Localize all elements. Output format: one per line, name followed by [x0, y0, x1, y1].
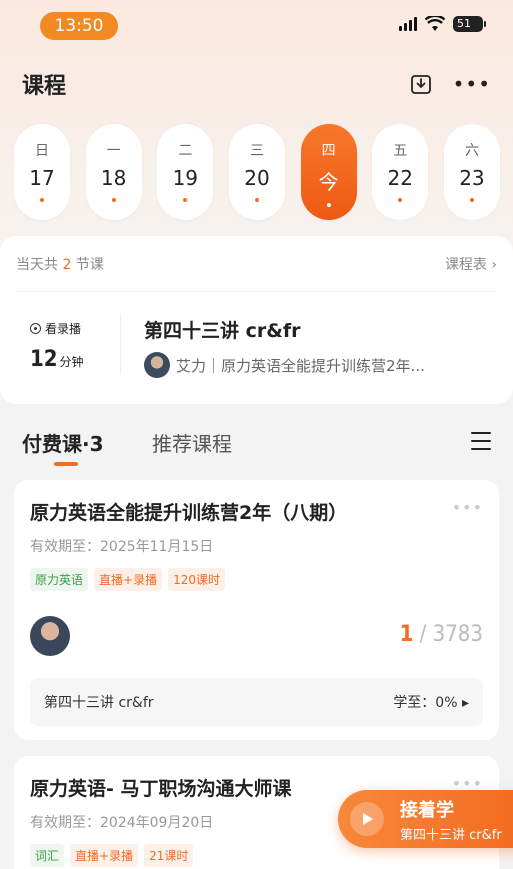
- more-icon[interactable]: •••: [452, 498, 483, 517]
- has-class-dot: [111, 198, 116, 202]
- has-class-dot: [326, 203, 331, 207]
- continue-label: 接着学: [400, 800, 454, 821]
- tag: 21课时: [144, 844, 194, 867]
- tag: 直播+录播: [70, 844, 139, 867]
- day-weekday: 四: [321, 143, 336, 159]
- day-date: 22: [387, 166, 413, 190]
- day-weekday: 二: [178, 143, 193, 159]
- tag: 直播+录播: [94, 568, 163, 591]
- play-icon: [350, 802, 384, 836]
- course-expiry: 有效期至：2024年09月20日: [30, 815, 214, 831]
- header: 课程 •••: [22, 66, 491, 106]
- has-class-dot: [398, 198, 403, 202]
- week-date-selector: 日 17 一 18 二 19 三 20 四 今 五 22 六 23: [14, 124, 500, 222]
- teacher-line: 艾力｜原力英语全能提升训练营2年...: [144, 352, 425, 378]
- course-expiry: 有效期至：2025年11月15日: [30, 539, 214, 555]
- course-title: 原力英语- 马丁职场沟通大师课: [30, 778, 292, 800]
- tag: 词汇: [30, 844, 65, 867]
- course-tabs: 付费课·3 推荐课程: [22, 424, 491, 468]
- download-icon[interactable]: [409, 72, 433, 96]
- course-progress: 1 / 3783: [399, 622, 483, 647]
- divider: [120, 314, 121, 374]
- day-monday[interactable]: 一 18: [85, 124, 142, 220]
- course-tags: 词汇 直播+录播 21课时: [30, 844, 194, 867]
- day-wednesday[interactable]: 三 20: [228, 124, 285, 220]
- day-date: 今: [318, 170, 339, 194]
- day-date: 17: [29, 166, 55, 190]
- status-bar: 13:50 51: [0, 0, 513, 46]
- wifi-icon: [425, 16, 445, 31]
- playback-box[interactable]: 看录播 12 分钟: [30, 320, 106, 372]
- last-lesson-row[interactable]: 第四十三讲 cr&fr 学至：0% ▸: [30, 678, 483, 726]
- playback-label: 看录播: [30, 320, 106, 337]
- avatar: [30, 616, 70, 656]
- tag: 120课时: [168, 568, 225, 591]
- today-lessons-card: 当天共 2 节课 课程表 › 看录播 12 分钟 第四十三讲 cr&fr 艾力｜…: [0, 236, 513, 404]
- day-date: 23: [459, 166, 485, 190]
- day-weekday: 六: [464, 143, 479, 159]
- schedule-link[interactable]: 课程表 ›: [445, 254, 497, 274]
- continue-learning-button[interactable]: 接着学 第四十三讲 cr&fr: [338, 790, 513, 848]
- teacher-course-text: 艾力｜原力英语全能提升训练营2年...: [176, 356, 425, 375]
- day-sunday[interactable]: 日 17: [14, 124, 70, 220]
- avatar: [144, 352, 170, 378]
- course-tags: 原力英语 直播+录播 120课时: [30, 568, 225, 591]
- day-date: 19: [172, 166, 199, 190]
- battery-icon: 51: [453, 16, 486, 32]
- tab-paid-courses[interactable]: 付费课·3: [22, 428, 104, 457]
- active-tab-indicator: [54, 462, 78, 466]
- day-date: 18: [100, 166, 127, 190]
- has-class-dot: [40, 198, 44, 202]
- day-weekday: 一: [106, 143, 121, 159]
- today-lesson-title[interactable]: 第四十三讲 cr&fr: [144, 316, 300, 343]
- divider: [16, 291, 497, 292]
- day-thursday-today[interactable]: 四 今: [300, 124, 357, 220]
- more-icon[interactable]: •••: [453, 74, 491, 94]
- signal-icon: [399, 17, 417, 31]
- today-lesson-count: 当天共 2 节课: [16, 257, 104, 273]
- duration: 12 分钟: [30, 347, 84, 372]
- header-actions: •••: [409, 72, 491, 96]
- tag: 原力英语: [30, 568, 89, 591]
- has-class-dot: [183, 198, 188, 202]
- has-class-dot: [254, 198, 259, 202]
- last-lesson-progress: 学至：0% ▸: [393, 695, 469, 711]
- day-friday[interactable]: 五 22: [372, 124, 429, 220]
- menu-icon[interactable]: [471, 432, 491, 450]
- has-class-dot: [469, 198, 474, 202]
- page-title: 课程: [22, 74, 67, 99]
- playback-icon: [30, 323, 41, 334]
- last-lesson-title: 第四十三讲 cr&fr: [44, 695, 154, 711]
- day-date: 20: [244, 166, 270, 190]
- day-tuesday[interactable]: 二 19: [157, 124, 214, 220]
- tab-recommended-courses[interactable]: 推荐课程: [152, 428, 232, 457]
- continue-lesson: 第四十三讲 cr&fr: [400, 828, 502, 843]
- day-weekday: 三: [249, 143, 264, 159]
- course-card[interactable]: 原力英语全能提升训练营2年（八期） ••• 有效期至：2025年11月15日 原…: [14, 480, 499, 740]
- day-saturday[interactable]: 六 23: [443, 124, 500, 220]
- course-title: 原力英语全能提升训练营2年（八期）: [30, 502, 348, 524]
- chevron-right-icon: ›: [491, 257, 497, 273]
- day-weekday: 五: [393, 143, 408, 159]
- status-icons: 51: [399, 16, 486, 32]
- day-weekday: 日: [35, 143, 49, 159]
- status-time: 13:50: [40, 12, 118, 40]
